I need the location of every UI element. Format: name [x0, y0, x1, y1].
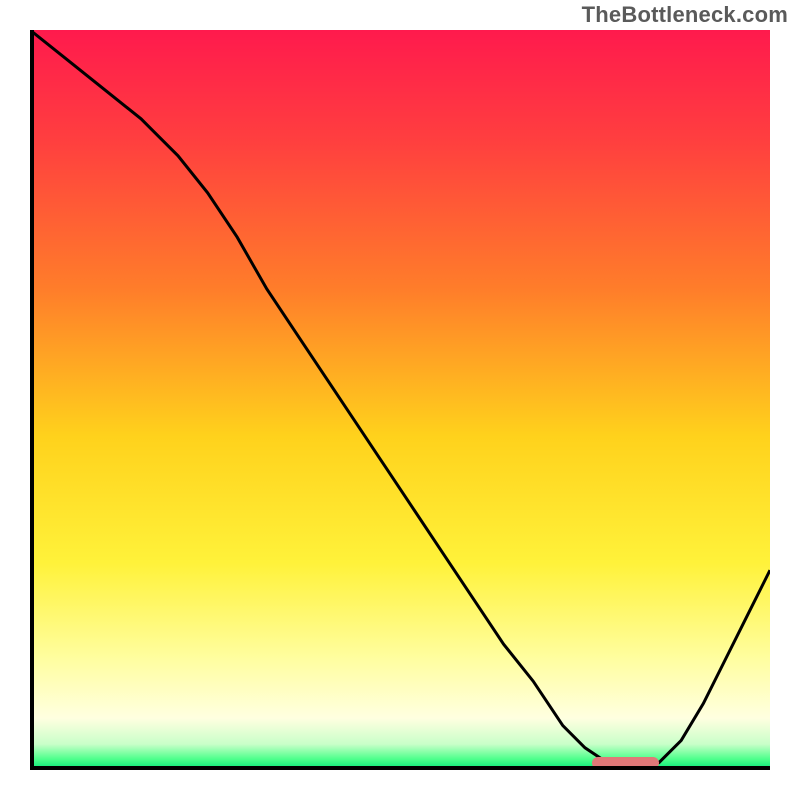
watermark-text: TheBottleneck.com	[582, 2, 788, 28]
plot-area	[30, 30, 770, 770]
x-axis	[30, 766, 770, 770]
y-axis	[30, 30, 34, 770]
chart-container: TheBottleneck.com	[0, 0, 800, 800]
bottleneck-curve	[30, 30, 770, 770]
